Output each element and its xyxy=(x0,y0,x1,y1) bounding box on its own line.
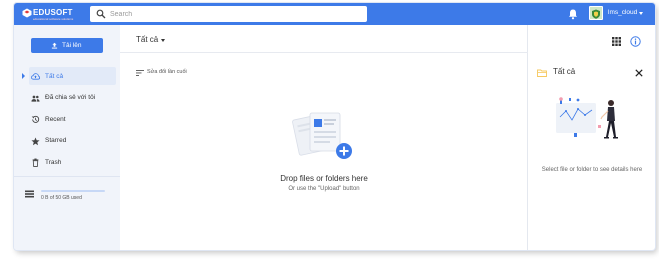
sidebar-item-label: Starred xyxy=(45,137,67,144)
search-box[interactable] xyxy=(90,6,367,22)
user-menu-caret-icon[interactable] xyxy=(639,12,643,15)
app-window: EDUSOFT educational software solutions l… xyxy=(14,3,655,250)
details-placeholder-message: Select file or folder to see details her… xyxy=(541,167,643,173)
search-input[interactable] xyxy=(110,6,360,22)
details-illustration xyxy=(556,97,618,139)
search-icon xyxy=(96,9,106,19)
current-folder-title[interactable]: Tất cả xyxy=(136,35,158,44)
upload-button-label: Tải lên xyxy=(62,42,82,49)
sidebar-item-shared-with-me[interactable]: Đã chia sẻ với tôi xyxy=(14,89,120,107)
close-icon[interactable] xyxy=(635,69,643,77)
sidebar-item-label: Đã chia sẻ với tôi xyxy=(45,94,96,101)
sidebar-item-label: Trash xyxy=(45,158,62,166)
sidebar-nav: Tất cả Đã chia sẻ với tôi Recent Starred… xyxy=(14,67,120,175)
avatar-crest-icon xyxy=(590,8,602,19)
grid-view-icon[interactable] xyxy=(612,37,621,46)
info-icon[interactable] xyxy=(630,36,641,47)
details-title: Tất cả xyxy=(553,67,576,76)
trash-icon xyxy=(32,158,39,167)
sidebar: Tải lên Tất cả Đã chia sẻ với tôi Recent… xyxy=(14,25,120,250)
user-name[interactable]: lms_cloud xyxy=(608,9,637,16)
sidebar-divider xyxy=(14,176,120,177)
top-bar: EDUSOFT educational software solutions l… xyxy=(14,3,655,25)
user-avatar[interactable] xyxy=(589,6,603,20)
folder-icon xyxy=(537,69,547,77)
cloud-upload-icon xyxy=(31,73,40,80)
storage-usage-text: 0 B of 50 GB used xyxy=(41,195,82,201)
sidebar-item-label: Tất cả xyxy=(45,72,64,80)
sidebar-item-all[interactable]: Tất cả xyxy=(29,67,116,85)
brand-logo-icon xyxy=(22,8,32,18)
sidebar-item-starred[interactable]: Starred xyxy=(14,132,120,150)
upload-button[interactable]: Tải lên xyxy=(31,38,103,53)
sort-icon[interactable] xyxy=(136,70,144,76)
brand-name: EDUSOFT xyxy=(33,8,73,17)
empty-folder-illustration xyxy=(292,112,352,159)
people-icon xyxy=(31,95,40,102)
folder-menu-caret-icon[interactable] xyxy=(161,39,165,42)
storage-icon xyxy=(25,190,34,198)
brand-logo[interactable]: EDUSOFT educational software solutions xyxy=(22,6,84,22)
sort-label[interactable]: Sửa đổi lần cuối xyxy=(147,69,187,75)
storage-progress-bar xyxy=(41,190,105,192)
sidebar-item-label: Recent xyxy=(45,115,66,123)
sidebar-item-recent[interactable]: Recent xyxy=(14,110,120,128)
details-panel: Tất cả Select file or folder to see deta… xyxy=(528,51,655,250)
main-header-divider xyxy=(120,52,528,53)
empty-state-title: Drop files or folders here xyxy=(280,174,368,183)
history-icon xyxy=(31,115,40,123)
notification-bell-icon[interactable] xyxy=(567,8,579,20)
upload-icon xyxy=(51,42,58,49)
sidebar-item-trash[interactable]: Trash xyxy=(14,153,120,171)
star-icon xyxy=(31,137,40,145)
main-content: Tất cả Sửa đổi lần cuối Drop files or fo… xyxy=(120,25,528,250)
brand-tagline: educational software solutions xyxy=(33,17,74,21)
empty-state-subtitle: Or use the "Upload" button xyxy=(288,186,360,192)
active-item-arrow-icon xyxy=(22,73,25,79)
